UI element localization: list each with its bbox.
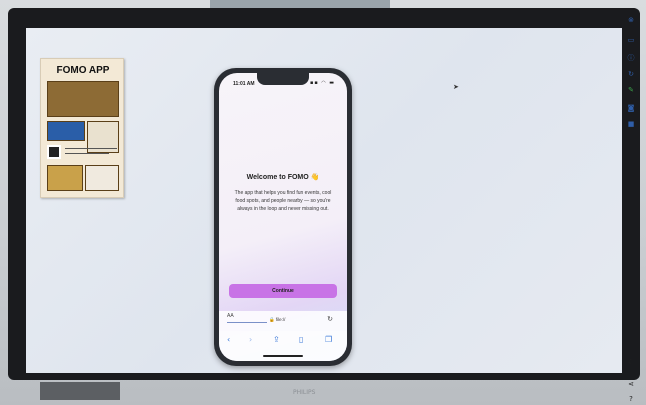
- qr-code-icon: [47, 145, 61, 159]
- poster-screenshot: [47, 81, 119, 117]
- moon-icon[interactable]: ☾: [626, 358, 636, 366]
- fomo-poster-image: FOMO APP: [40, 58, 124, 198]
- status-time: 11:01 AM: [233, 81, 255, 87]
- bookmarks-icon[interactable]: ▯: [299, 335, 303, 344]
- welcome-description: The app that helps you find fun events, …: [234, 190, 332, 212]
- home-indicator: [263, 355, 303, 357]
- continue-button[interactable]: Continue: [229, 284, 337, 298]
- phone-notch: [257, 73, 309, 85]
- pen-icon[interactable]: ✎: [626, 86, 636, 94]
- forward-icon[interactable]: ›: [249, 335, 252, 344]
- camera-icon[interactable]: ◙: [626, 104, 636, 112]
- address-bar-underline: [227, 322, 267, 323]
- welcome-title: Welcome to FOMO 👋: [219, 173, 347, 181]
- url-field[interactable]: 🔒 file://: [269, 317, 285, 323]
- monitor-stand: [40, 382, 120, 400]
- cast-icon[interactable]: ▭: [626, 36, 636, 44]
- reload-icon[interactable]: ↻: [327, 315, 333, 323]
- help-icon[interactable]: ?: [626, 395, 636, 403]
- share-icon[interactable]: ⇪: [273, 335, 280, 344]
- info-icon[interactable]: ⓘ: [626, 53, 636, 63]
- back-icon[interactable]: ‹: [227, 335, 230, 344]
- wave-icon: 👋: [310, 174, 320, 181]
- phone-screen: 11:01 AM ▪▪ ◠ ▬ Welcome to FOMO 👋 The ap…: [219, 73, 347, 361]
- video-icon[interactable]: ■: [626, 120, 636, 128]
- poster-title: FOMO APP: [56, 65, 110, 76]
- share-icon[interactable]: ⋖: [626, 380, 636, 388]
- mouse-cursor-icon: ➤: [453, 83, 459, 91]
- status-icons: ▪▪ ◠ ▬: [309, 80, 335, 86]
- poster-text-line: [65, 148, 117, 149]
- tabs-icon[interactable]: ❐: [325, 335, 332, 344]
- poster-text-line: [65, 153, 109, 154]
- refresh-icon[interactable]: ↻: [626, 70, 636, 78]
- monitor-brand: PHILIPS: [293, 389, 316, 396]
- poster-screenshot: [47, 121, 85, 141]
- welcome-title-text: Welcome to FOMO: [246, 174, 309, 181]
- close-icon[interactable]: ⊗: [626, 16, 636, 24]
- poster-screenshot: [47, 165, 83, 191]
- room-background: PHILIPS FOMO APP 11:01 AM ▪▪ ◠ ▬ Welcome…: [0, 0, 646, 405]
- poster-screenshot: [85, 165, 119, 191]
- phone-mockup: 11:01 AM ▪▪ ◠ ▬ Welcome to FOMO 👋 The ap…: [214, 68, 352, 366]
- text-size-button[interactable]: AA: [227, 313, 234, 319]
